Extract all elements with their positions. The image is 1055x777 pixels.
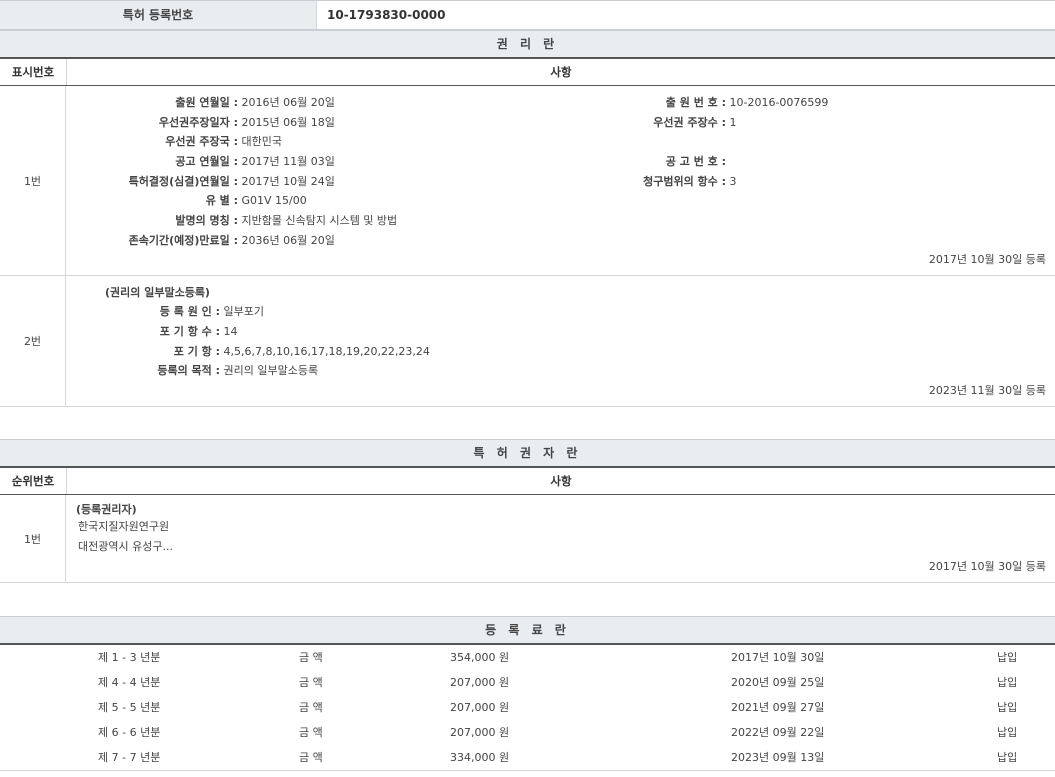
field-waived-claim-count: 포 기 항 수 : 14 xyxy=(70,322,238,341)
fee-row: 제 4 - 4 년분 금 액 207,000 원 2020년 09월 25일 납… xyxy=(0,670,1055,695)
fee-status: 납입 xyxy=(997,745,1017,770)
fee-amount: 207,000 원 xyxy=(450,695,509,720)
fee-row: 제 7 - 7 년분 금 액 334,000 원 2023년 09월 13일 납… xyxy=(0,745,1055,771)
field-priority-country: 우선권 주장국 : 대한민국 xyxy=(70,132,282,151)
field-decision-date: 특허결정(심결)연월일 : 2017년 10월 24일 xyxy=(70,172,335,191)
holders-row-1-registered-date: 2017년 10월 30일 등록 xyxy=(929,558,1046,574)
fee-status: 납입 xyxy=(997,670,1017,695)
field-priority-date: 우선권주장일자 : 2015년 06월 18일 xyxy=(70,113,335,132)
rights-row-2-registered-date: 2023년 11월 30일 등록 xyxy=(929,382,1046,398)
holders-col-description: 사항 xyxy=(67,468,1055,494)
rights-section-title: 권 리 란 xyxy=(0,30,1055,59)
field-waived-claims: 포 기 항 : 4,5,6,7,8,10,16,17,18,19,20,22,2… xyxy=(70,342,430,361)
fee-period: 제 5 - 5 년분 xyxy=(98,695,160,720)
field-classification: 유 별 : G01V 15/00 xyxy=(70,191,307,210)
fee-row: 제 1 - 3 년분 금 액 354,000 원 2017년 10월 30일 납… xyxy=(0,645,1055,670)
holders-row-1: 1번 (등록권리자) 한국지질자원연구원 대전광역시 유성구... 2017년 … xyxy=(0,495,1055,583)
holders-column-header: 순위번호 사항 xyxy=(0,468,1055,495)
rights-row-2-number: 2번 xyxy=(0,276,66,406)
fee-amount-label: 금 액 xyxy=(299,695,323,720)
fee-period: 제 6 - 6 년분 xyxy=(98,720,160,745)
fee-status: 납입 xyxy=(997,645,1017,670)
fee-paid-date: 2021년 09월 27일 xyxy=(731,695,824,720)
rights-row-1-registered-date: 2017년 10월 30일 등록 xyxy=(929,251,1046,267)
fee-row: 제 5 - 5 년분 금 액 207,000 원 2021년 09월 27일 납… xyxy=(0,695,1055,720)
fee-amount-label: 금 액 xyxy=(299,745,323,770)
field-application-number: 출 원 번 호 : 10-2016-0076599 xyxy=(560,93,828,112)
fee-period: 제 4 - 4 년분 xyxy=(98,670,160,695)
holder-name: 한국지질자원연구원 xyxy=(78,517,169,536)
rights-row-1-number: 1번 xyxy=(0,86,66,275)
fee-amount-label: 금 액 xyxy=(299,645,323,670)
fee-amount: 354,000 원 xyxy=(450,645,509,670)
rights-row-1: 1번 출원 연월일 : 2016년 06월 20일 우선권주장일자 : 2015… xyxy=(0,86,1055,276)
rights-row-2: 2번 (권리의 일부말소등록) 등 록 원 인 : 일부포기 포 기 항 수 :… xyxy=(0,276,1055,407)
fee-amount: 334,000 원 xyxy=(450,745,509,770)
fee-amount-label: 금 액 xyxy=(299,720,323,745)
field-expiry-date: 존속기간(예정)만료일 : 2036년 06월 20일 xyxy=(70,231,335,250)
fee-amount-label: 금 액 xyxy=(299,670,323,695)
fees-section-title: 등 록 료 란 xyxy=(0,616,1055,645)
fee-row: 제 6 - 6 년분 금 액 207,000 원 2022년 09월 22일 납… xyxy=(0,720,1055,745)
field-registration-purpose: 등록의 목적 : 권리의 일부말소등록 xyxy=(70,361,318,380)
field-priority-count: 우선권 주장수 : 1 xyxy=(560,113,737,132)
field-publication-date: 공고 연월일 : 2017년 11월 03일 xyxy=(70,152,335,171)
field-registration-cause: 등 록 원 인 : 일부포기 xyxy=(70,302,264,321)
fee-status: 납입 xyxy=(997,720,1017,745)
fee-amount: 207,000 원 xyxy=(450,720,509,745)
field-publication-number: 공 고 번 호 : xyxy=(560,152,726,171)
rights-col-description: 사항 xyxy=(67,59,1055,85)
fee-period: 제 1 - 3 년분 xyxy=(98,645,160,670)
fee-paid-date: 2020년 09월 25일 xyxy=(731,670,824,695)
rights-column-header: 표시번호 사항 xyxy=(0,59,1055,86)
fee-status: 납입 xyxy=(997,695,1017,720)
field-application-date: 출원 연월일 : 2016년 06월 20일 xyxy=(70,93,335,112)
holders-section-title: 특 허 권 자 란 xyxy=(0,439,1055,468)
holders-row-1-number: 1번 xyxy=(0,495,66,582)
fee-period: 제 7 - 7 년분 xyxy=(98,745,160,770)
holder-address: 대전광역시 유성구... xyxy=(78,537,173,556)
fee-amount: 207,000 원 xyxy=(450,670,509,695)
fee-paid-date: 2022년 09월 22일 xyxy=(731,720,824,745)
field-claim-count: 청구범위의 항수 : 3 xyxy=(560,172,737,191)
rights-row-2-heading: (권리의 일부말소등록) xyxy=(105,283,210,302)
fee-paid-date: 2017년 10월 30일 xyxy=(731,645,824,670)
holders-col-rank: 순위번호 xyxy=(0,468,67,494)
field-invention-title: 발명의 명칭 : 지반함몰 신속탐지 시스템 및 방법 xyxy=(70,211,397,230)
rights-col-number: 표시번호 xyxy=(0,59,67,85)
registration-number-bar: 특허 등록번호 10-1793830-0000 xyxy=(0,0,1055,30)
fee-paid-date: 2023년 09월 13일 xyxy=(731,745,824,770)
registration-number-value: 10-1793830-0000 xyxy=(327,1,446,29)
registration-number-label: 특허 등록번호 xyxy=(0,1,317,29)
